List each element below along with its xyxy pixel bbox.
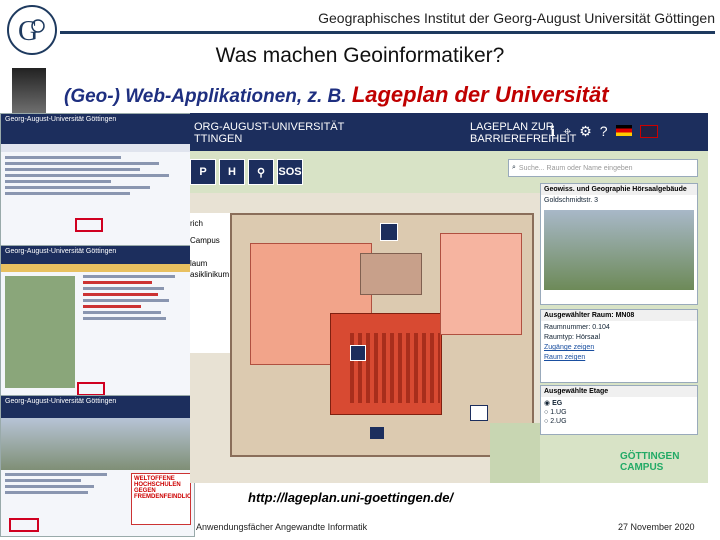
lageplan-map-app: ORG-AUGUST-UNIVERSITÄT TTINGEN LAGEPLAN Z…: [190, 113, 708, 483]
subtitle-prefix: (Geo-) Web-Applikationen, z. B.: [64, 86, 352, 107]
screenshot-university-page-bottom: Georg-August-Universität Göttingen WELTO…: [0, 395, 195, 537]
footer-course: Anwendungsfächer Angewandte Informatik: [196, 522, 368, 532]
show-room-link[interactable]: Raum zeigen: [544, 353, 694, 363]
campus-photo: [5, 276, 75, 388]
highlighted-link[interactable]: [75, 218, 103, 232]
left-labels: rich Campus laum asiklinikum: [190, 213, 230, 353]
help-icon[interactable]: ?: [600, 123, 608, 140]
app-title-left: ORG-AUGUST-UNIVERSITÄT TTINGEN: [194, 121, 345, 145]
building-wing-east[interactable]: [440, 233, 522, 335]
building-photo: [544, 210, 694, 290]
building-photo: [1, 418, 194, 470]
toolbar-hospital-button[interactable]: H: [219, 159, 245, 185]
institute-name: Geographisches Institut der Georg-August…: [318, 10, 715, 26]
entrance-marker-icon[interactable]: [470, 405, 488, 421]
subtitle-emphasis: Lageplan der Universität: [351, 82, 609, 107]
building-core[interactable]: [360, 253, 422, 295]
page-text-block: [1, 156, 194, 195]
lageplan-url[interactable]: http://lageplan.uni-goettingen.de/: [248, 490, 453, 505]
screenshot-university-page-top: Georg-August-Universität Göttingen: [0, 113, 195, 247]
elevator-icon[interactable]: [350, 345, 366, 361]
floor-option-1ug[interactable]: ○ 1.UG: [544, 408, 694, 417]
site-header: Georg-August-Universität Göttingen: [1, 396, 194, 418]
info-icon[interactable]: ℹ: [550, 123, 555, 140]
highlighted-link[interactable]: [77, 382, 105, 396]
campus-logo: GÖTTINGEN CAMPUS: [620, 451, 680, 473]
map-canvas[interactable]: rich Campus laum asiklinikum: [190, 193, 540, 483]
header-divider: [60, 31, 715, 34]
room-panel-title: Ausgewählter Raum: MN08: [541, 310, 697, 321]
app-header: ORG-AUGUST-UNIVERSITÄT TTINGEN LAGEPLAN Z…: [190, 113, 708, 151]
room-info-panel: Ausgewählter Raum: MN08 Raumnummer: 0.10…: [540, 309, 698, 383]
site-header: Georg-August-Universität Göttingen: [1, 246, 194, 264]
toolbar-toilet-button[interactable]: ⚲: [248, 159, 274, 185]
floor-panel-title: Ausgewählte Etage: [541, 386, 697, 397]
settings-icon[interactable]: ⚙: [579, 123, 592, 140]
site-header: Georg-August-Universität Göttingen: [1, 114, 194, 144]
location-icon[interactable]: ⌖: [563, 123, 571, 140]
header-icons: ℹ ⌖ ⚙ ?: [550, 123, 658, 140]
language-icon[interactable]: [615, 125, 632, 136]
building-panel-title: Geowiss. und Geographie Hörsaalgebäude: [541, 184, 697, 195]
green-area: [490, 423, 540, 483]
toolbar-sos-button[interactable]: SOS: [277, 159, 303, 185]
search-input[interactable]: ⌕ Suche... Raum oder Name eingeben: [508, 159, 698, 177]
building-info-panel: Geowiss. und Geographie Hörsaalgebäude G…: [540, 183, 698, 305]
building-address: Goldschmidtstr. 3: [544, 197, 599, 204]
stairs-icon[interactable]: [370, 427, 384, 439]
search-icon: ⌕: [512, 164, 516, 171]
footer-date: 27 November 2020: [618, 522, 695, 532]
screenshot-university-page-middle: Georg-August-Universität Göttingen: [0, 245, 195, 397]
room-type: Raumtyp: Hörsaal: [544, 334, 601, 341]
news-list: [79, 272, 194, 392]
toolbar: P H ⚲ SOS: [190, 159, 303, 185]
page-title: Was machen Geoinformatiker?: [215, 44, 505, 67]
campaign-badge: WELTOFFENE HOCHSCHULEN GEGEN FREMDENFEIN…: [131, 473, 191, 525]
show-entrances-link[interactable]: Zugänge zeigen: [544, 343, 694, 353]
lecture-hall-seating: [350, 333, 440, 403]
floor-option-2ug[interactable]: ○ 2.UG: [544, 417, 694, 426]
accessible-entrance-icon[interactable]: [380, 223, 398, 241]
room-number: Raumnummer: 0.104: [544, 324, 610, 331]
subtitle: (Geo-) Web-Applikationen, z. B. Lageplan…: [64, 82, 609, 108]
language-en-icon[interactable]: [639, 125, 658, 138]
floor-select-panel: Ausgewählte Etage ◉ EG ○ 1.UG ○ 2.UG: [540, 385, 698, 435]
floor-option-eg[interactable]: ◉ EG: [544, 399, 694, 408]
toolbar-parking-button[interactable]: P: [190, 159, 216, 185]
highlighted-link[interactable]: [9, 518, 39, 532]
